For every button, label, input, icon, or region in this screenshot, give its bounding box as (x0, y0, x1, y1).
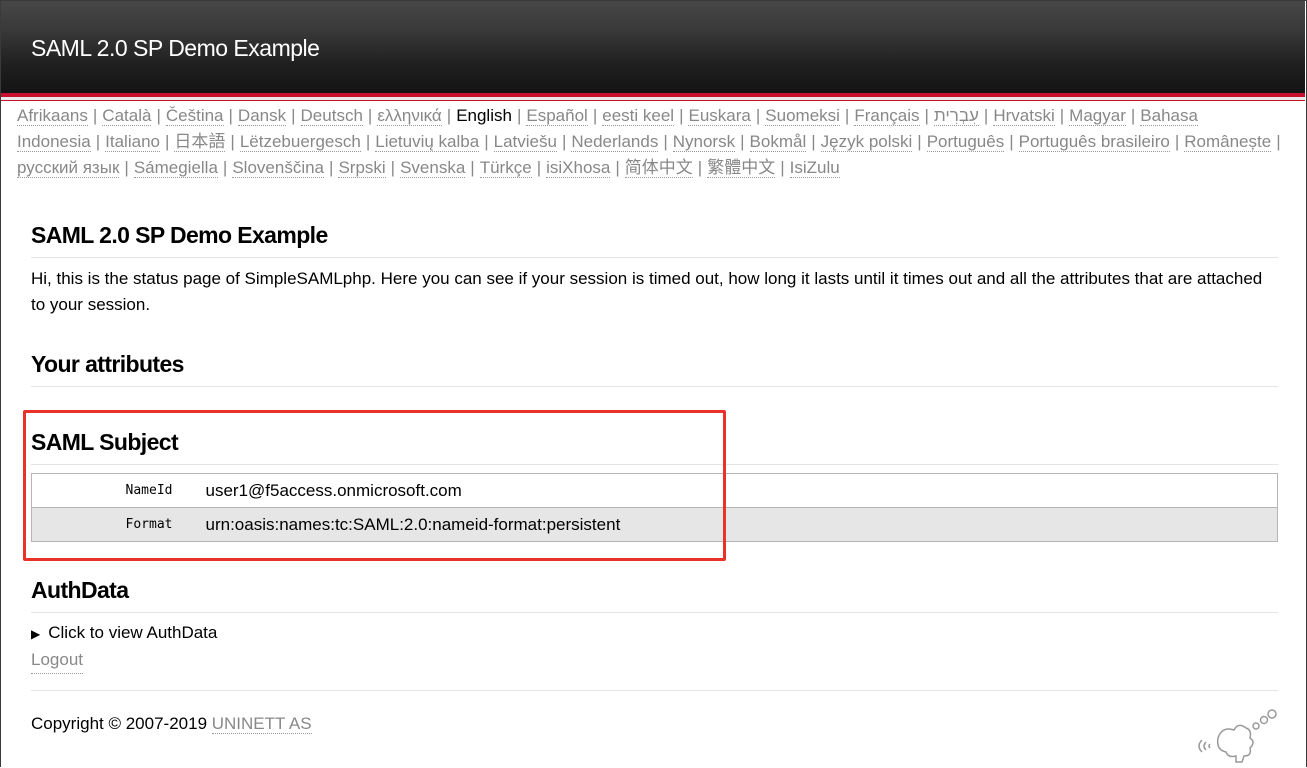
language-link[interactable]: Srpski (338, 158, 386, 178)
language-separator: | (536, 158, 542, 177)
language-separator: | (679, 106, 684, 125)
language-link[interactable]: Magyar (1069, 106, 1126, 126)
language-link[interactable]: ελληνικά (377, 106, 442, 126)
intro-text: Hi, this is the status page of SimpleSAM… (31, 269, 1263, 314)
language-link[interactable]: Lëtzebuergesch (239, 132, 361, 152)
divider (31, 386, 1278, 387)
language-link[interactable]: 繁體中文 (707, 158, 776, 178)
language-bar: Afrikaans | Català | Čeština | Dansk | Deutsch | ε… (17, 103, 1287, 181)
language-separator: | (1059, 106, 1065, 125)
logout-link[interactable]: Logout (31, 647, 83, 674)
language-link[interactable]: Nederlands (571, 132, 659, 152)
language-separator: | (230, 132, 235, 151)
language-link[interactable]: עִבְרִית (933, 106, 979, 126)
language-separator: | (156, 106, 161, 125)
language-separator: | (516, 106, 522, 125)
language-separator: | (390, 158, 396, 177)
language-separator: | (222, 158, 228, 177)
disclosure-triangle-icon: ▶ (31, 627, 41, 641)
language-separator: | (367, 106, 373, 125)
language-link[interactable]: Românește (1184, 132, 1272, 152)
language-link[interactable]: Hrvatski (993, 106, 1055, 126)
language-link[interactable]: Język polski (820, 132, 913, 152)
language-link[interactable]: isiXhosa (546, 158, 611, 178)
language-separator: | (365, 132, 371, 151)
footer: Copyright © 2007-2019 UNINETT AS (31, 712, 312, 736)
language-separator: | (164, 132, 170, 151)
language-separator: | (592, 106, 598, 125)
divider (31, 612, 1278, 613)
language-link[interactable]: Suomeksi (765, 106, 840, 126)
simplesamlphp-logo-icon (1198, 709, 1277, 763)
highlight-annotation-box (23, 410, 726, 561)
language-separator: | (615, 158, 620, 177)
language-link[interactable]: Italiano (105, 132, 160, 152)
language-separator: | (484, 132, 489, 151)
language-separator: | (844, 106, 850, 125)
language-separator: | (740, 132, 745, 151)
language-separator: | (470, 158, 475, 177)
language-link[interactable]: Português brasileiro (1018, 132, 1170, 152)
language-separator: | (755, 106, 761, 125)
authdata-heading: AuthData (31, 577, 129, 603)
language-link[interactable]: Sámegiella (133, 158, 218, 178)
language-link[interactable]: eesti keel (602, 106, 675, 126)
language-separator: | (124, 158, 129, 177)
language-link[interactable]: Svenska (400, 158, 466, 178)
language-link[interactable]: Português (926, 132, 1005, 152)
language-link[interactable]: 日本語 (174, 132, 226, 152)
language-link[interactable]: IsiZulu (789, 158, 840, 178)
language-link[interactable]: Dansk (237, 106, 287, 126)
language-link[interactable]: Latviešu (493, 132, 557, 152)
language-separator: | (697, 158, 703, 177)
language-separator: | (663, 132, 668, 151)
language-separator: | (1009, 132, 1014, 151)
language-link[interactable]: Türkçe (479, 158, 532, 178)
language-separator: | (811, 132, 816, 151)
language-separator: | (291, 106, 296, 125)
attributes-heading: Your attributes (31, 351, 184, 377)
language-link[interactable]: Català (102, 106, 152, 126)
language-separator: | (446, 106, 452, 125)
language-link[interactable]: Español (526, 106, 588, 126)
language-link[interactable]: Slovenščina (232, 158, 325, 178)
language-link[interactable]: Čeština (165, 106, 224, 126)
language-separator: | (924, 106, 929, 125)
language-separator: | (228, 106, 233, 125)
authdata-toggle[interactable]: ▶ Click to view AuthData (31, 620, 217, 647)
language-separator: | (1174, 132, 1180, 151)
language-separator: | (983, 106, 989, 125)
site-title: SAML 2.0 SP Demo Example (31, 35, 320, 61)
header-banner: SAML 2.0 SP Demo Example (1, 1, 1305, 93)
language-link[interactable]: русский язык (17, 158, 120, 178)
language-link[interactable]: Deutsch (300, 106, 363, 126)
language-link: English (456, 106, 512, 125)
language-link[interactable]: Euskara (688, 106, 751, 126)
divider (31, 257, 1278, 258)
language-separator: | (917, 132, 922, 151)
language-link[interactable]: 简体中文 (624, 158, 693, 178)
header-accent-line (1, 100, 1305, 101)
language-separator: | (95, 132, 101, 151)
uninett-link[interactable]: UNINETT AS (211, 714, 312, 734)
language-separator: | (1276, 132, 1281, 151)
copyright-text: Copyright © 2007-2019 (31, 714, 212, 733)
authdata-toggle-label: Click to view AuthData (48, 623, 218, 642)
language-separator: | (780, 158, 785, 177)
language-link[interactable]: Bokmål (749, 132, 807, 152)
page-title: SAML 2.0 SP Demo Example (31, 222, 328, 248)
language-link[interactable]: Nynorsk (672, 132, 736, 152)
language-separator: | (329, 158, 334, 177)
language-link[interactable]: Français (854, 106, 920, 126)
language-link[interactable]: Afrikaans (17, 106, 88, 126)
language-link[interactable]: Lietuvių kalba (375, 132, 480, 152)
divider (31, 690, 1278, 691)
language-separator: | (1130, 106, 1136, 125)
language-separator: | (561, 132, 567, 151)
language-separator: | (92, 106, 98, 125)
